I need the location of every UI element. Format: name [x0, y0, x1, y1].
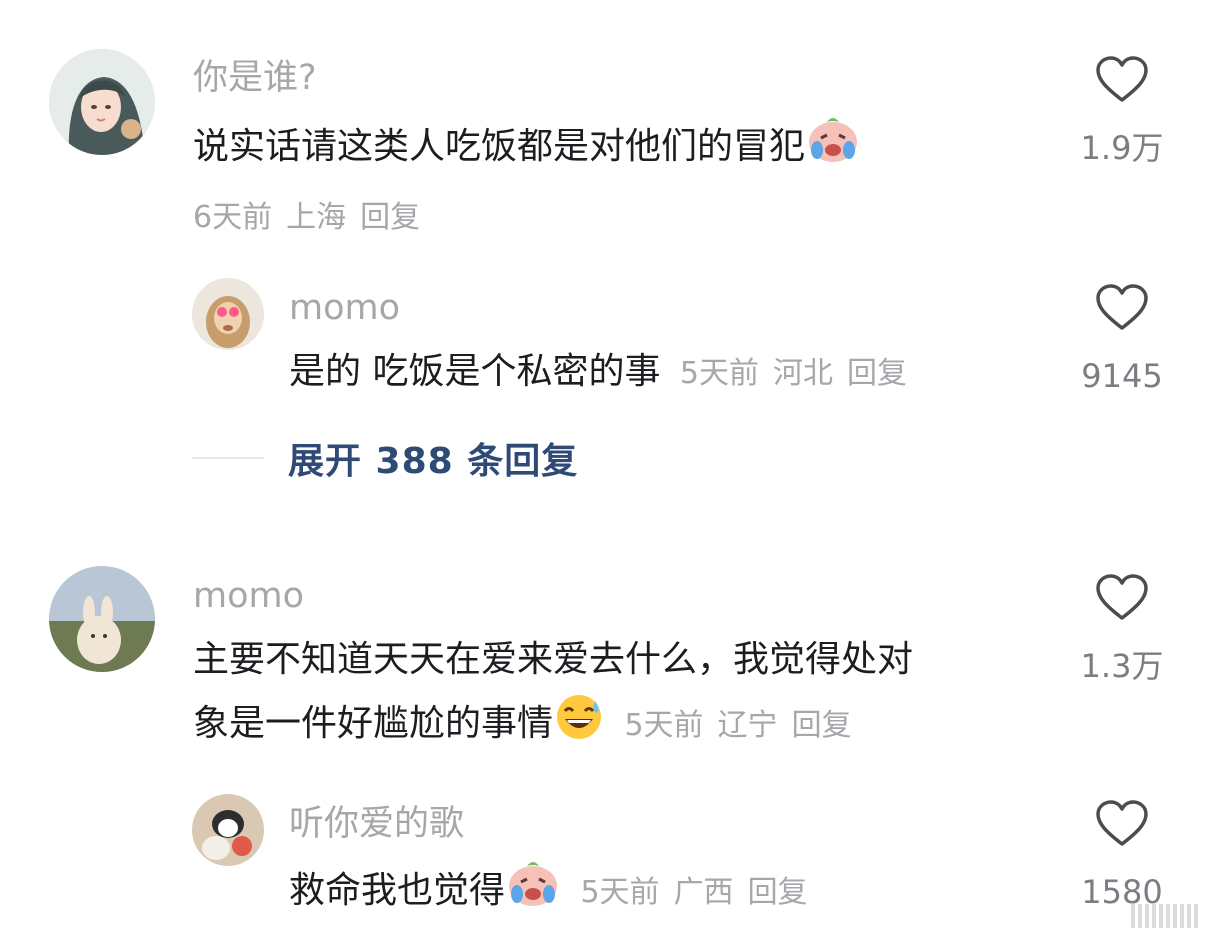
reply-meta: 5天前 河北 回复 — [680, 356, 921, 391]
watermark — [1131, 904, 1198, 928]
reply-button[interactable]: 回复 — [847, 356, 907, 391]
divider — [192, 457, 264, 459]
comment-location: 上海 — [286, 200, 347, 235]
like-count: 9145 — [1081, 357, 1163, 395]
comment-time: 5天前 — [624, 708, 704, 743]
reply-time: 5天前 — [679, 356, 759, 391]
expand-replies-label[interactable]: 展开 388 条回复 — [288, 432, 578, 484]
like-count: 1.9万 — [1080, 129, 1164, 167]
heart-icon[interactable] — [1095, 800, 1149, 848]
like-control: 9145 — [1074, 284, 1170, 396]
avatar[interactable] — [192, 278, 264, 350]
like-control: 1.9万 — [1074, 56, 1170, 168]
username[interactable]: momo — [193, 576, 304, 616]
comment-text-line2: 象是一件好尴尬的事情 — [193, 703, 554, 744]
comment-text-line1: 主要不知道天天在爱来爱去什么，我觉得处对 — [193, 639, 914, 680]
comment-location: 辽宁 — [717, 708, 778, 743]
username[interactable]: 你是谁? — [193, 58, 317, 98]
username[interactable]: momo — [289, 288, 400, 328]
comment-item: 你是谁? 说实话请这类人吃饭都是对他们的冒犯 6天前 上海 回复 1.9万 — [0, 0, 1206, 240]
comment-text-line2-row: 象是一件好尴尬的事情 5天前 辽宁 回复 — [193, 692, 1043, 762]
comment-time: 6天前 — [193, 200, 273, 235]
avatar[interactable] — [49, 566, 155, 672]
username[interactable]: 听你爱的歌 — [289, 804, 464, 844]
like-control: 1.3万 — [1074, 574, 1170, 686]
like-control: 1580 — [1074, 800, 1170, 912]
reply-text: 救命我也觉得 5天前 广西 回复 — [289, 856, 822, 929]
heart-icon[interactable] — [1095, 574, 1149, 622]
reply-time: 5天前 — [580, 875, 660, 910]
comment-text: 主要不知道天天在爱来爱去什么，我觉得处对 象是一件好尴尬的事情 5天前 辽宁 回复 — [193, 628, 1043, 762]
crying-laughing-peach-emoji-icon — [505, 856, 561, 929]
grinning-sweat-emoji-icon — [553, 693, 605, 762]
expand-replies-button[interactable]: 展开 388 条回复 — [192, 432, 578, 484]
heart-icon[interactable] — [1095, 284, 1149, 332]
comment-item: momo 主要不知道天天在爱来爱去什么，我觉得处对 象是一件好尴尬的事情 5天前… — [0, 556, 1206, 776]
avatar[interactable] — [192, 794, 264, 866]
like-count: 1.3万 — [1080, 647, 1164, 685]
comment-meta: 5天前 辽宁 回复 — [624, 708, 865, 743]
heart-icon[interactable] — [1095, 56, 1149, 104]
reply-item: momo 是的 吃饭是个私密的事 5天前 河北 回复 9145 — [0, 270, 1206, 410]
reply-text: 是的 吃饭是个私密的事 5天前 河北 回复 — [289, 340, 921, 406]
reply-button[interactable]: 回复 — [792, 708, 852, 743]
reply-item: 听你爱的歌 救命我也觉得 5天前 广西 回复 1580 — [0, 790, 1206, 940]
comment-text-content: 说实话请这类人吃饭都是对他们的冒犯 — [193, 126, 806, 167]
reply-location: 广西 — [673, 875, 734, 910]
reply-text-content: 是的 吃饭是个私密的事 — [289, 351, 661, 392]
reply-button[interactable]: 回复 — [360, 200, 420, 235]
reply-text-content: 救命我也觉得 — [289, 870, 506, 911]
reply-button[interactable]: 回复 — [748, 875, 808, 910]
comment-meta: 6天前 上海 回复 — [193, 192, 434, 236]
comment-text: 说实话请这类人吃饭都是对他们的冒犯 — [193, 112, 1053, 185]
avatar[interactable] — [49, 49, 155, 155]
crying-laughing-peach-emoji-icon — [805, 112, 861, 185]
reply-location: 河北 — [773, 356, 833, 391]
reply-meta: 5天前 广西 回复 — [580, 875, 821, 910]
